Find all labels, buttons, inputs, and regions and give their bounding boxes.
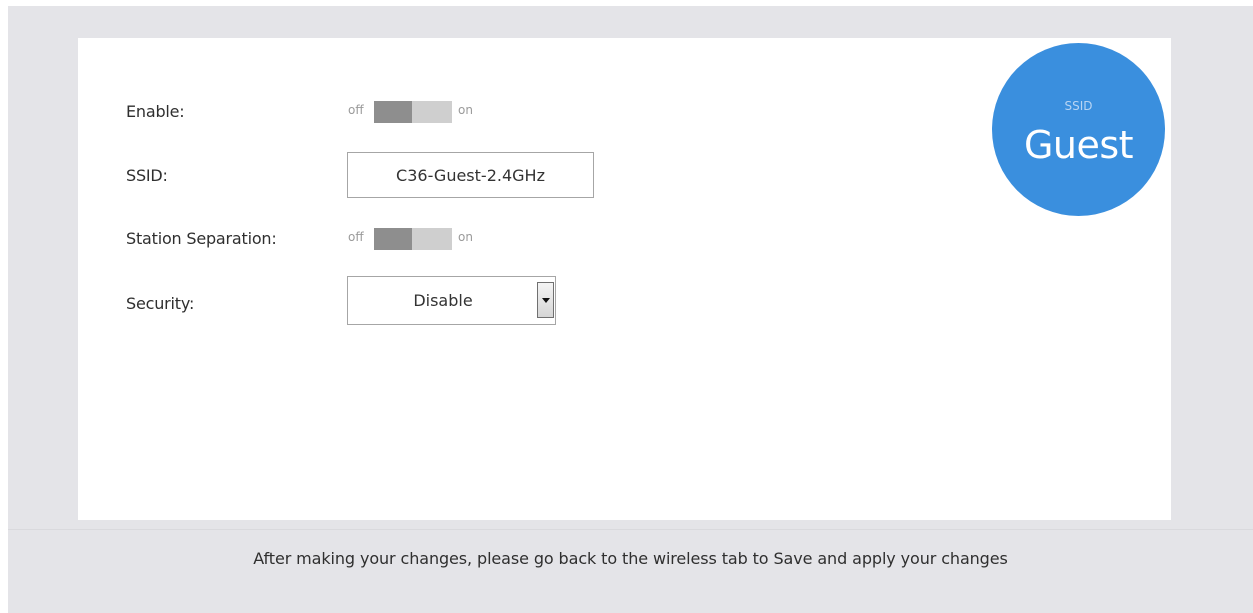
- ssid-input[interactable]: [347, 152, 594, 198]
- security-select[interactable]: Disable: [347, 276, 556, 325]
- enable-toggle[interactable]: off on: [348, 101, 488, 123]
- security-selected-value: Disable: [413, 291, 473, 310]
- station-separation-label: Station Separation:: [126, 229, 277, 248]
- station-separation-toggle-off-text: off: [348, 230, 364, 244]
- security-label: Security:: [126, 294, 195, 313]
- badge-name: Guest: [1023, 123, 1134, 167]
- enable-toggle-off-text: off: [348, 103, 364, 117]
- badge-caption: SSID: [1064, 99, 1093, 113]
- enable-label: Enable:: [126, 102, 185, 121]
- station-separation-toggle-track[interactable]: [374, 228, 452, 250]
- station-separation-toggle[interactable]: off on: [348, 228, 488, 250]
- station-separation-toggle-on-text: on: [458, 230, 473, 244]
- ssid-badge: SSID Guest: [992, 43, 1165, 216]
- footer-divider: [8, 529, 1253, 530]
- enable-toggle-track[interactable]: [374, 101, 452, 123]
- ssid-label: SSID:: [126, 166, 168, 185]
- footer-note: After making your changes, please go bac…: [253, 549, 1008, 568]
- enable-toggle-on-text: on: [458, 103, 473, 117]
- enable-toggle-knob[interactable]: [374, 101, 412, 123]
- station-separation-toggle-knob[interactable]: [374, 228, 412, 250]
- security-dropdown-button[interactable]: [537, 282, 554, 318]
- chevron-down-icon: [542, 298, 550, 303]
